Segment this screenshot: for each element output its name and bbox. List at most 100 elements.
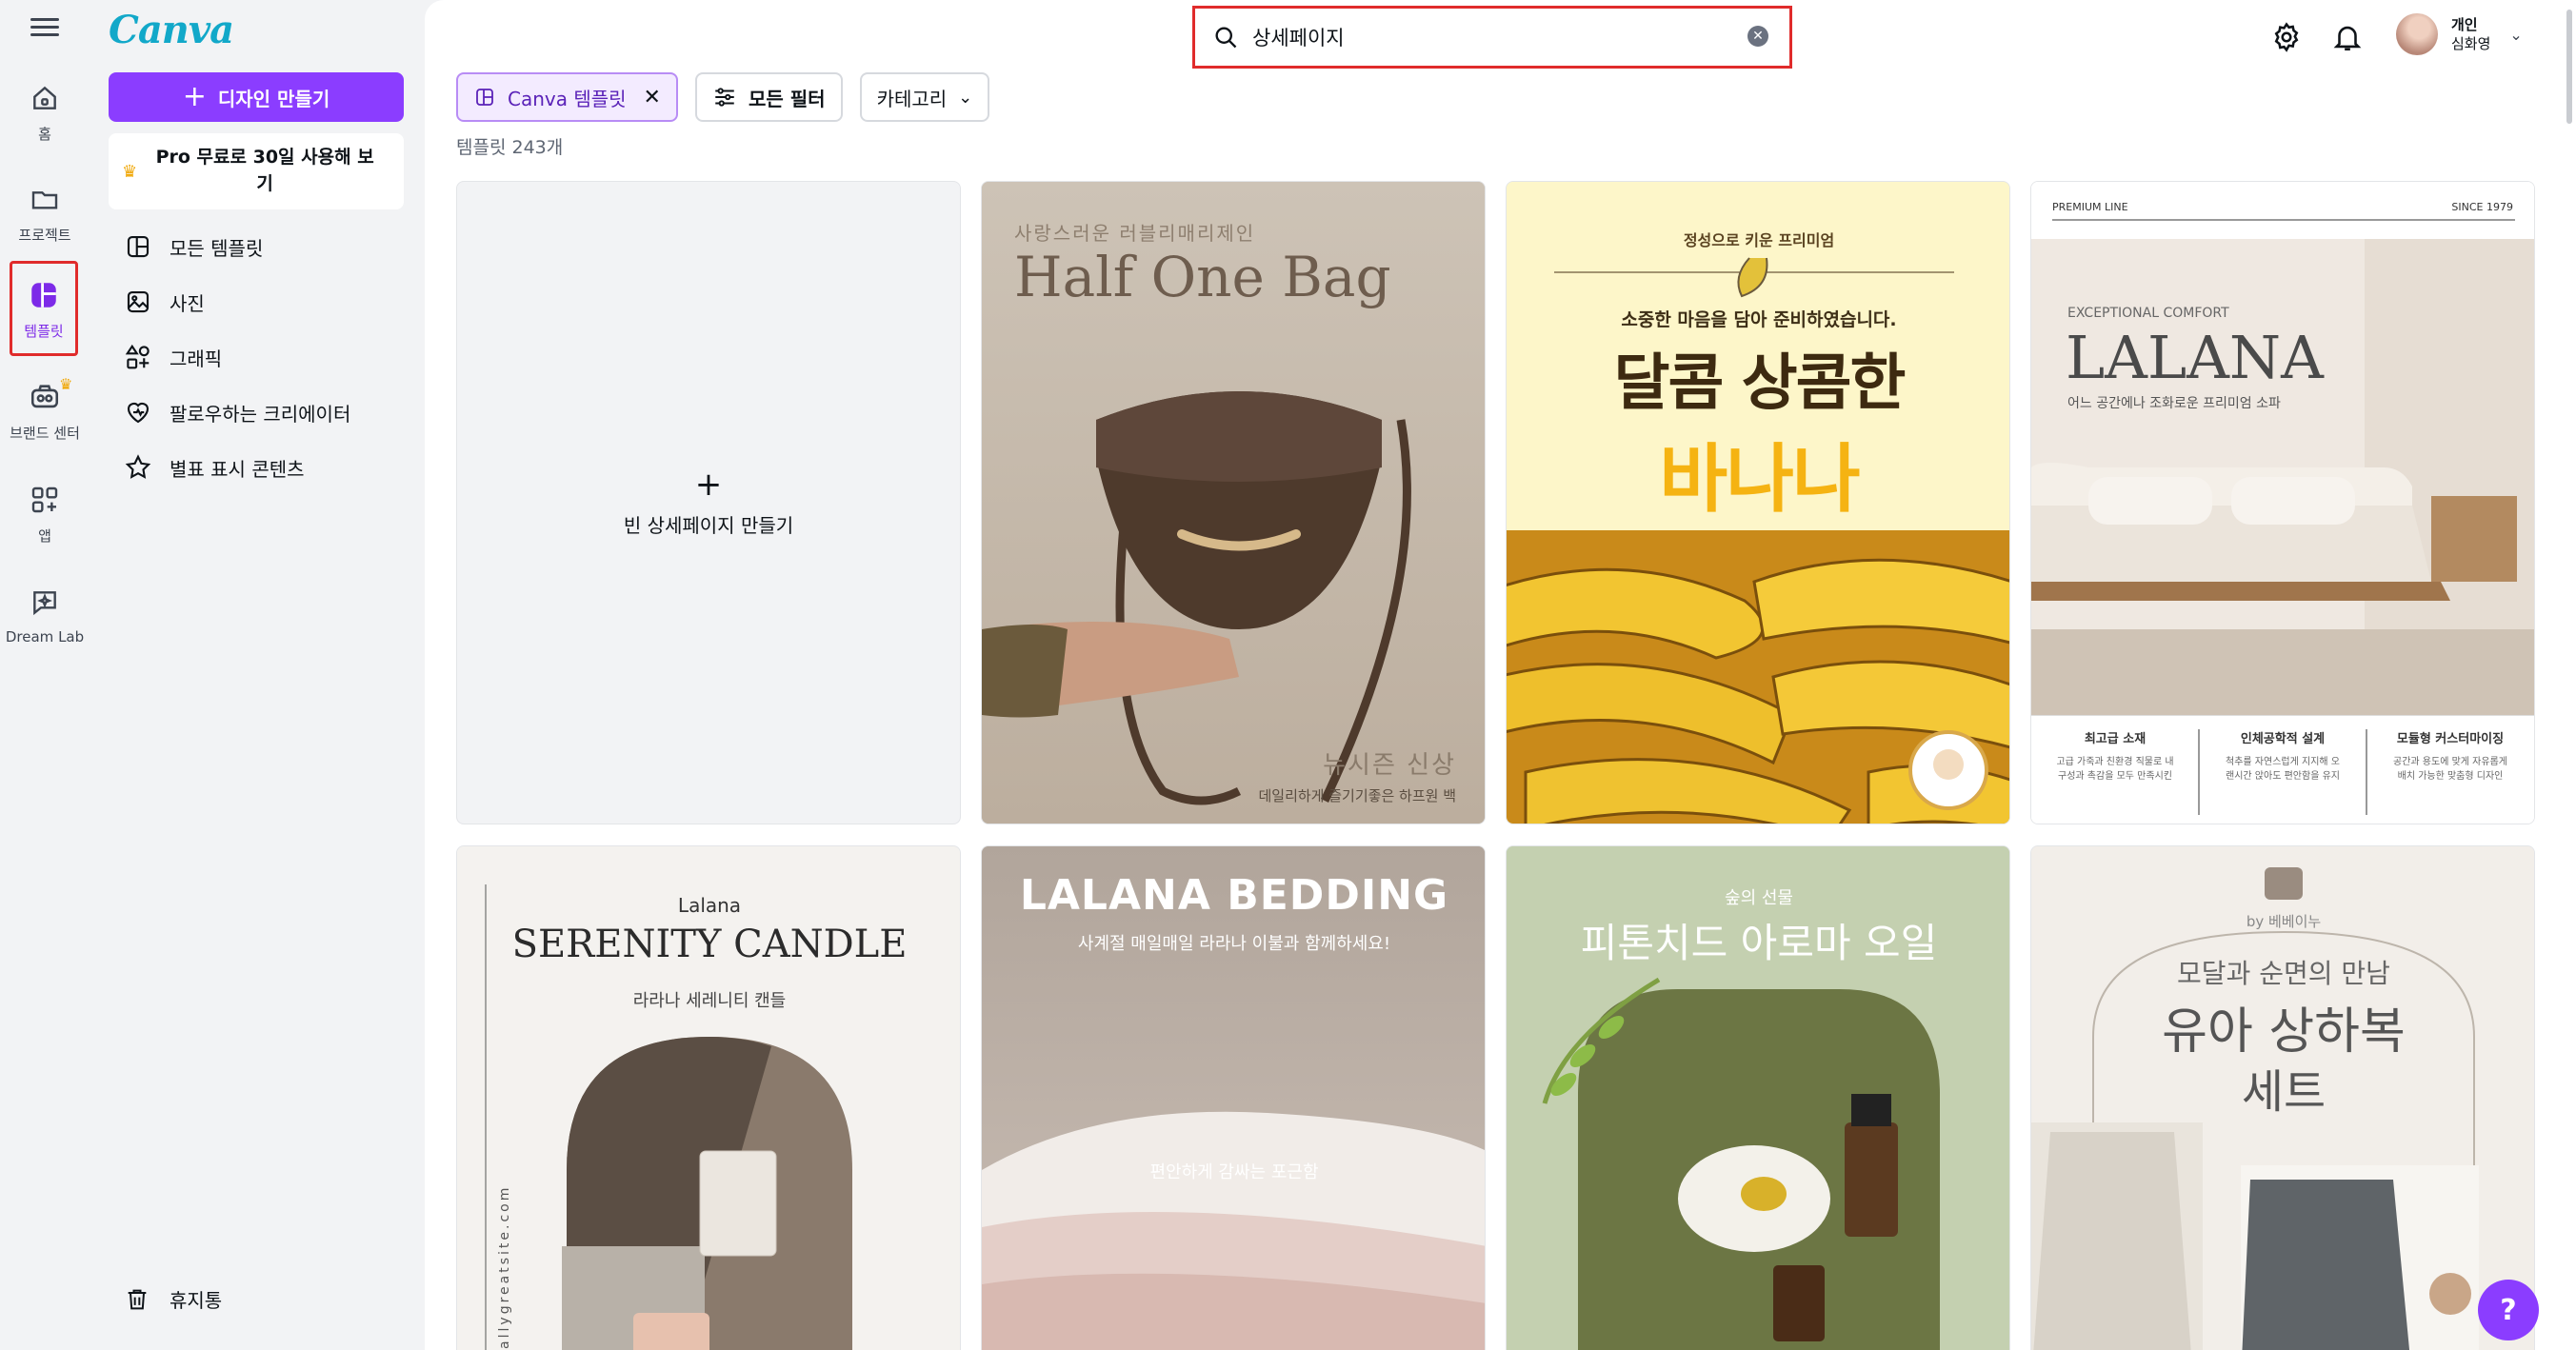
search-input[interactable]: 상세페이지 ✕ — [1203, 14, 1782, 60]
all-filters-label: 모든 필터 — [748, 87, 826, 110]
account-name: 개인 심화영 — [2451, 15, 2490, 54]
rail-label: 앱 — [38, 527, 51, 545]
apps-icon — [27, 482, 63, 518]
category-dropdown[interactable]: 카테고리 ⌄ — [859, 72, 990, 122]
feature-desc: 고급 가죽과 친환경 직물로 내 — [2056, 756, 2174, 767]
page-scrollbar[interactable] — [2564, 0, 2576, 1350]
all-filters-button[interactable]: 모든 필터 — [694, 72, 843, 122]
graphics-icon — [125, 344, 150, 369]
home-icon — [27, 80, 63, 116]
baby-title-2: 세트 — [2241, 1065, 2326, 1119]
feature-title: 모듈형 커스터마이징 — [2396, 732, 2505, 746]
template-card-serenity-candle[interactable]: Lalana SERENITY CANDLE 라라나 세레니티 캔들 reall… — [456, 845, 961, 1350]
plus-icon: + — [694, 465, 723, 504]
filter-chips: Canva 템플릿 ✕ 모든 필터 카테고리 ⌄ — [456, 72, 990, 122]
trash-label: 휴지통 — [170, 1289, 223, 1312]
hamburger-menu-icon[interactable] — [27, 13, 63, 42]
create-blank-card[interactable]: + 빈 상세페이지 만들기 — [456, 181, 961, 824]
candle-sub: 라라나 세레니티 캔들 — [632, 991, 787, 1011]
banana-title-1: 달콤 상콤한 — [1613, 348, 1907, 419]
rail-item-dream-lab[interactable]: Dream Lab — [6, 571, 84, 663]
plus-icon: + — [182, 80, 207, 113]
lalana-title: LALANA — [2066, 323, 2324, 392]
filter-chip-label: Canva 템플릿 — [508, 87, 627, 110]
lalana-feature: 인체공학적 설계 척추를 자연스럽게 지지해 오 랜시간 앉아도 편안함을 유지 — [2199, 730, 2366, 784]
baby-by: by 베베이누 — [2246, 913, 2322, 930]
templates-icon — [26, 277, 62, 313]
pro-trial-button[interactable]: ♛ Pro 무료로 30일 사용해 보기 — [109, 133, 404, 209]
bag-tagline: 사랑스러운 러블리매리제인 — [1014, 222, 1256, 245]
crown-icon: ♛ — [122, 161, 138, 182]
candle-title: SERENITY CANDLE — [511, 923, 908, 966]
rail-item-apps[interactable]: 앱 — [8, 468, 82, 560]
nav-item-photos[interactable]: 사진 — [109, 274, 404, 329]
dream-lab-icon — [27, 585, 63, 621]
template-card-aroma-oil[interactable]: 숲의 선물 피톤치드 아로마 오일 — [1506, 845, 2010, 1350]
nav-item-starred[interactable]: 별표 표시 콘텐츠 — [109, 440, 404, 495]
templates-icon — [476, 89, 493, 106]
nav-label: 팔로우하는 크리에이터 — [170, 402, 351, 426]
chevron-down-icon: ⌄ — [2509, 25, 2523, 44]
candle-brand: Lalana — [677, 894, 742, 917]
search-highlight: 상세페이지 ✕ — [1192, 6, 1792, 69]
rail-item-projects[interactable]: 프로젝트 — [8, 168, 82, 259]
candle-side-text: reallygreatsite.com — [497, 1184, 512, 1350]
lalana-feature: 모듈형 커스터마이징 공간과 용도에 맞게 자유롭게 배치 가능한 맞춤형 디자… — [2366, 730, 2534, 784]
banana-title-2: 바나나 — [1659, 437, 1860, 523]
trash-icon — [128, 1289, 147, 1309]
nav-item-all-templates[interactable]: 모든 템플릿 — [109, 219, 404, 274]
feature-desc: 랜시간 앉아도 편안함을 유지 — [2226, 770, 2340, 782]
clear-search-icon[interactable]: ✕ — [1747, 26, 1768, 47]
feature-desc: 구성과 촉감을 모두 만족시킨 — [2058, 770, 2172, 782]
main-content: 상세페이지 ✕ 개인 심화영 ⌄ Canva 템플릿 ✕ 모든 필터 카테고리 … — [425, 0, 2576, 1350]
search-icon — [1215, 27, 1237, 49]
rail-item-home[interactable]: 홈 — [8, 67, 82, 158]
lalana-kicker: EXCEPTIONAL COMFORT — [2067, 306, 2229, 321]
help-button[interactable]: ? — [2478, 1280, 2539, 1340]
nav-label: 그래픽 — [170, 347, 223, 370]
template-card-lalana-sofa[interactable]: PREMIUM LINE SINCE 1979 EXCEPTIONAL COMF… — [2030, 181, 2535, 824]
template-card-lalana-bedding[interactable]: LALANA BEDDING 사계절 매일매일 라라나 이불과 함께하세요! 편… — [981, 845, 1486, 1350]
feature-title: 최고급 소재 — [2084, 732, 2147, 746]
lalana-top-right: SINCE 1979 — [2451, 201, 2513, 213]
bag-caption: 데일리하게 즐기기좋은 하프원 백 — [1258, 787, 1456, 804]
pro-trial-label: Pro 무료로 30일 사용해 보기 — [155, 147, 374, 194]
nav-item-followed-creators[interactable]: 팔로우하는 크리에이터 — [109, 385, 404, 440]
banana-tag: 정성으로 키운 프리미엄 — [1683, 231, 1835, 249]
baby-title-1: 유아 상하복 — [2162, 1003, 2406, 1061]
account-menu[interactable]: 개인 심화영 ⌄ — [2396, 13, 2523, 55]
bag-title: Half One Bag — [1014, 245, 1391, 309]
side-panel: Canva + 디자인 만들기 ♛ Pro 무료로 30일 사용해 보기 모든 … — [90, 0, 425, 1350]
nav-item-graphics[interactable]: 그래픽 — [109, 329, 404, 385]
settings-gear-icon[interactable] — [2270, 21, 2303, 53]
nav-label: 별표 표시 콘텐츠 — [170, 457, 305, 481]
feature-desc: 배치 가능한 맞춤형 디자인 — [2397, 770, 2504, 782]
template-nav: 모든 템플릿 사진 그래픽 팔로우하는 크리에이터 별표 표시 콘텐츠 — [109, 219, 404, 495]
result-count: 템플릿 243개 — [456, 137, 564, 158]
canva-logo[interactable]: Canva — [109, 8, 234, 52]
lalana-sub: 어느 공간에나 조화로운 프리미엄 소파 — [2067, 396, 2281, 411]
template-card-half-one-bag[interactable]: 사랑스러운 러블리매리제인 Half One Bag 뉴시즌 신상 데일리하게 … — [981, 181, 1486, 824]
trash-button[interactable]: 휴지통 — [109, 1285, 222, 1313]
template-card-baby-set[interactable]: by 베베이누 모달과 순면의 만남 유아 상하복 세트 — [2030, 845, 2535, 1350]
create-blank-label: 빈 상세페이지 만들기 — [623, 513, 794, 537]
bag-subtitle: 뉴시즌 신상 — [1323, 751, 1456, 780]
rail-label: 템플릿 — [24, 323, 64, 340]
heart-icon — [127, 403, 150, 424]
rail-label: 브랜드 센터 — [10, 425, 80, 442]
oil-kicker: 숲의 선물 — [1725, 888, 1793, 908]
notification-bell-icon[interactable] — [2331, 21, 2364, 53]
feature-title: 인체공학적 설계 — [2240, 732, 2326, 746]
bedding-overlay: 편안하게 감싸는 포근함 — [1149, 1162, 1319, 1182]
icon-rail: 홈 프로젝트 템플릿 브랜드 센터 ♛ 앱 Dream Lab — [0, 0, 90, 1350]
remove-filter-icon[interactable]: ✕ — [644, 86, 661, 109]
filter-chip-canva-templates[interactable]: Canva 템플릿 ✕ — [456, 72, 678, 122]
create-design-button[interactable]: + 디자인 만들기 — [109, 72, 404, 122]
baby-sub: 모달과 순면의 만남 — [2177, 958, 2390, 989]
account-user-name: 심화영 — [2451, 35, 2491, 52]
nav-label: 모든 템플릿 — [170, 236, 264, 260]
template-preview — [982, 846, 1485, 1350]
template-card-banana[interactable]: 정성으로 키운 프리미엄 소중한 마음을 담아 준비하였습니다. 달콤 상콤한 … — [1506, 181, 2010, 824]
lalana-top-left: PREMIUM LINE — [2052, 201, 2128, 213]
rail-item-templates[interactable]: 템플릿 — [10, 261, 78, 356]
